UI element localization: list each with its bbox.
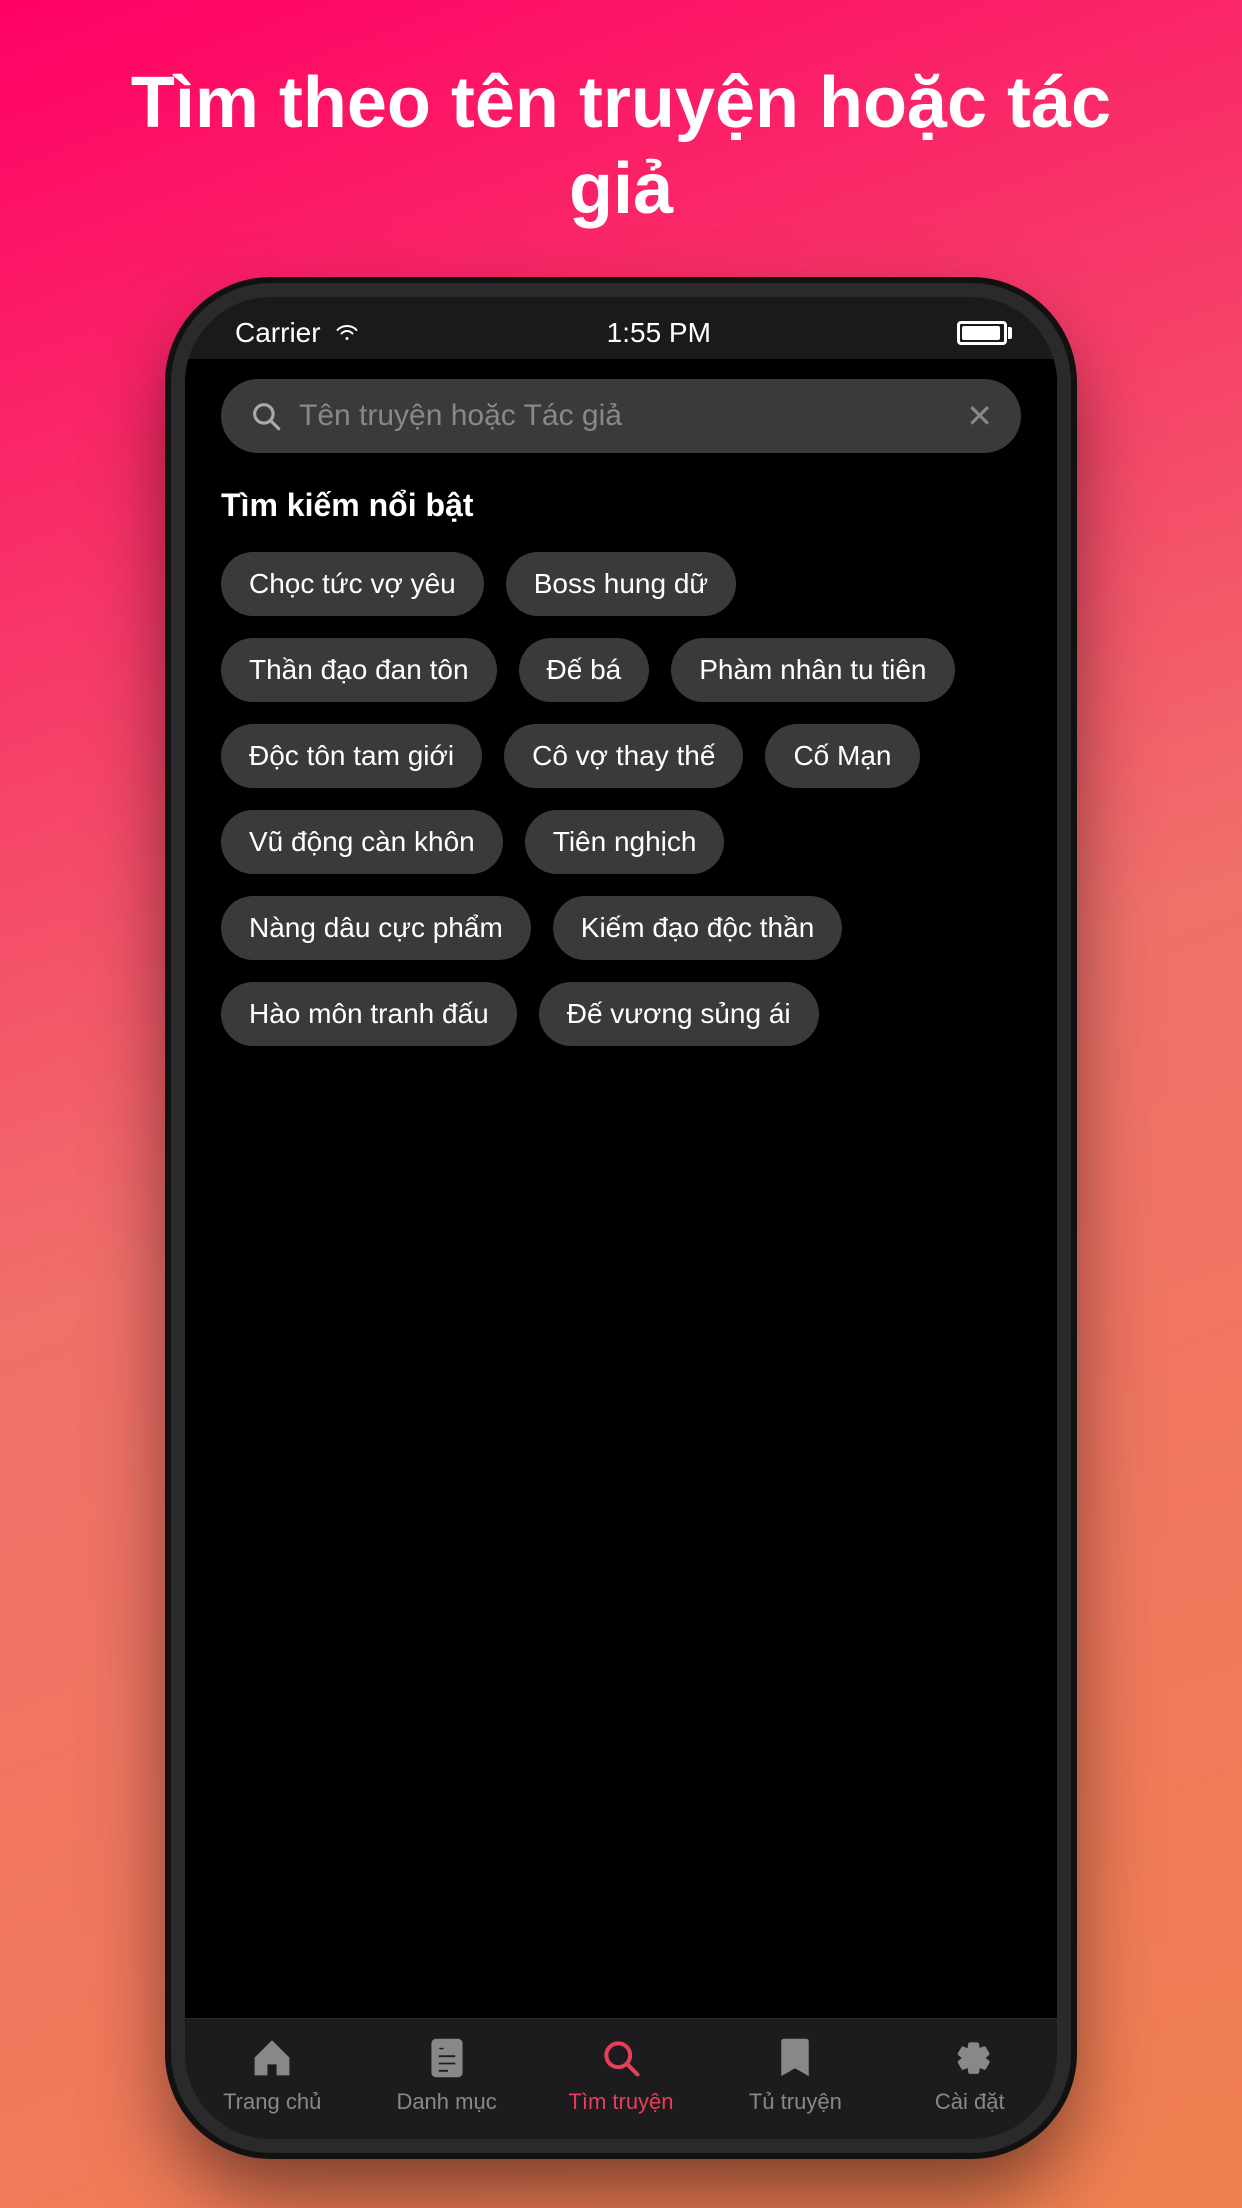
search-placeholder: Tên truyện hoặc Tác giả <box>299 399 950 433</box>
tab-gear[interactable]: Cài đặt <box>910 2035 1030 2115</box>
tags-container: Chọc tức vợ yêu Boss hung dữThần đạo đan … <box>185 552 1057 1046</box>
search-icon <box>596 2035 646 2081</box>
tag-item[interactable]: Boss hung dữ <box>506 552 736 616</box>
tab-bookmark[interactable]: Tủ truyện <box>735 2035 855 2115</box>
tab-book[interactable]: Danh mục <box>387 2035 507 2115</box>
home-icon <box>247 2035 297 2081</box>
search-bar[interactable]: Tên truyện hoặc Tác giả ✕ <box>221 379 1021 453</box>
search-container: Tên truyện hoặc Tác giả ✕ <box>185 359 1057 477</box>
tab-label-gear: Cài đặt <box>935 2089 1005 2115</box>
tab-home[interactable]: Trang chủ <box>212 2035 332 2115</box>
carrier-label: Carrier <box>235 317 321 349</box>
battery-icon <box>957 321 1007 345</box>
bookmark-icon <box>770 2035 820 2081</box>
tag-item[interactable]: Tiên nghịch <box>525 810 725 874</box>
status-bar: Carrier 1:55 PM <box>185 297 1057 359</box>
time-label: 1:55 PM <box>607 317 711 349</box>
tag-item[interactable]: Kiếm đạo độc thần <box>553 896 843 960</box>
phone-content: Tên truyện hoặc Tác giả ✕ Tìm kiếm nổi b… <box>185 359 1057 2018</box>
tag-item[interactable]: Phàm nhân tu tiên <box>671 638 954 702</box>
tab-label-book: Danh mục <box>396 2089 496 2115</box>
search-clear-button[interactable]: ✕ <box>966 397 993 435</box>
tag-item[interactable]: Hào môn tranh đấu <box>221 982 517 1046</box>
tag-item[interactable]: Độc tôn tam giới <box>221 724 482 788</box>
tab-label-bookmark: Tủ truyện <box>749 2089 842 2115</box>
tag-item[interactable]: Vũ động càn khôn <box>221 810 503 874</box>
tab-label-home: Trang chủ <box>223 2089 321 2115</box>
tab-search[interactable]: Tìm truyện <box>561 2035 681 2115</box>
tab-bar: Trang chủ Danh mục Tìm truyện Tủ truyện Cài … <box>185 2018 1057 2139</box>
tag-item[interactable]: Đế vương sủng ái <box>539 982 819 1046</box>
tab-label-search: Tìm truyện <box>568 2089 673 2115</box>
wifi-icon <box>333 323 361 343</box>
tag-item[interactable]: Cô vợ thay thế <box>504 724 743 788</box>
tag-item[interactable]: Cố Mạn <box>765 724 919 788</box>
book-icon <box>422 2035 472 2081</box>
section-title: Tìm kiếm nổi bật <box>185 477 1057 552</box>
tag-item[interactable]: Chọc tức vợ yêu <box>221 552 484 616</box>
tag-item[interactable]: Nàng dâu cực phẩm <box>221 896 531 960</box>
tag-item[interactable]: Đế bá <box>519 638 650 702</box>
page-title: Tìm theo tên truyện hoặc tác giả <box>0 0 1242 283</box>
tag-item[interactable]: Thần đạo đan tôn <box>221 638 497 702</box>
phone-frame: Carrier 1:55 PM Tên truyện hoặc Tác giả … <box>171 283 1071 2153</box>
search-icon <box>249 399 283 433</box>
gear-icon <box>945 2035 995 2081</box>
